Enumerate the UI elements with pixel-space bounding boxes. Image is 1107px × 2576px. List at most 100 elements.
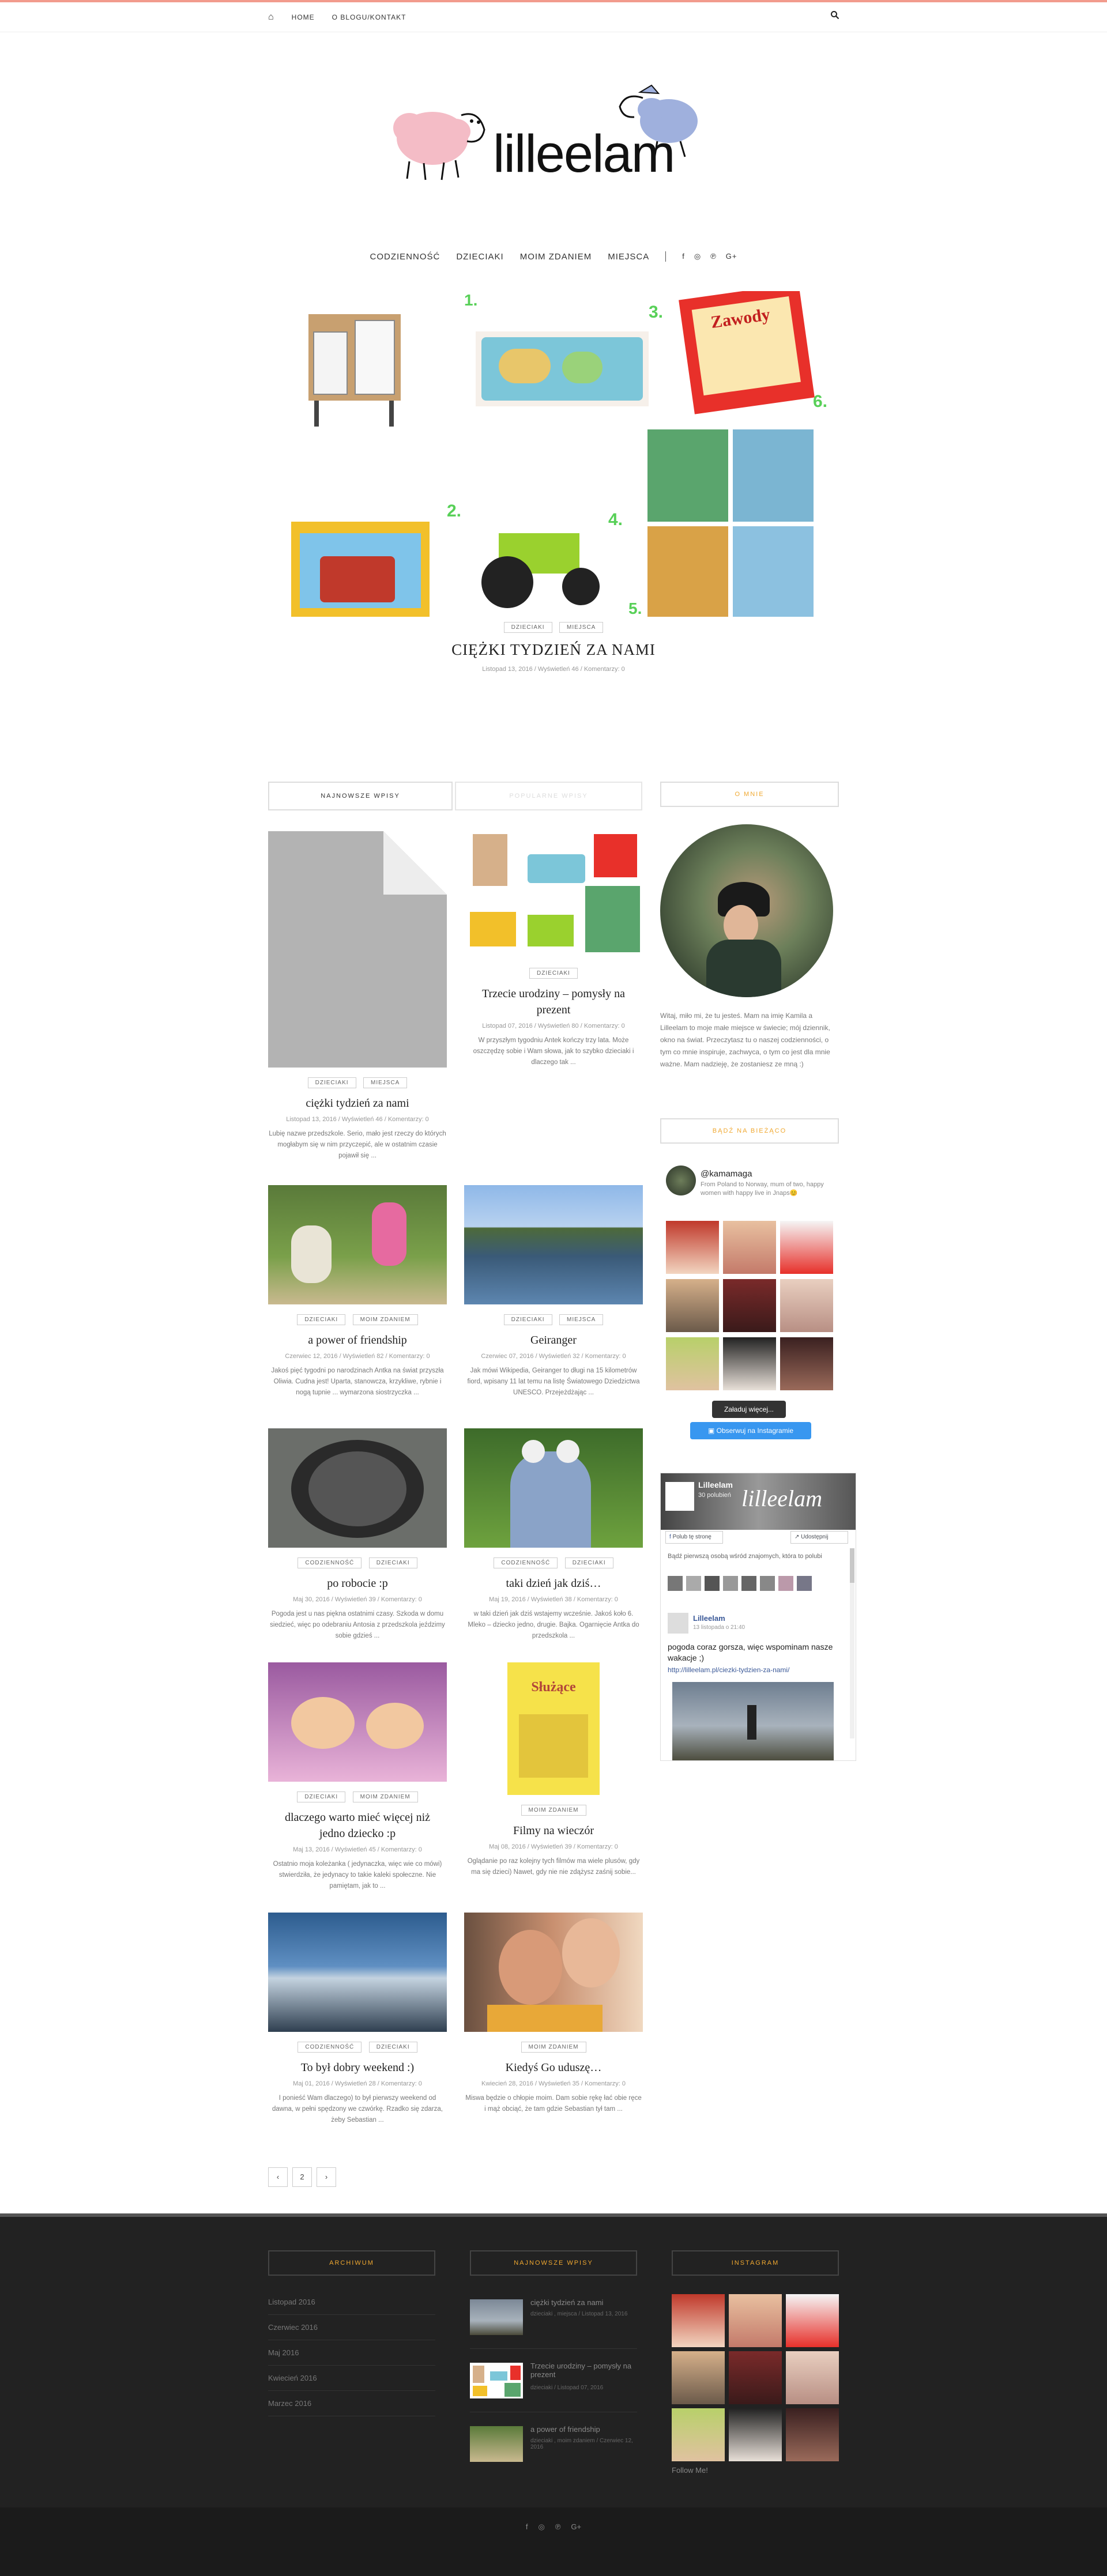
archive-link[interactable]: Listopad 2016 (268, 2290, 435, 2315)
tab-popular[interactable]: POPULARNE WPISY (455, 782, 642, 810)
instagram-photo[interactable] (780, 1221, 833, 1274)
top-nav-about[interactable]: O BLOGU/KONTAKT (332, 13, 406, 21)
facebook-post-image[interactable] (672, 1682, 834, 1760)
friend-avatar[interactable] (760, 1576, 775, 1591)
instagram-photo[interactable] (723, 1221, 776, 1274)
post-tag[interactable]: DZIECIAKI (368, 1557, 417, 1568)
instagram-photo[interactable] (723, 1279, 776, 1332)
post-image[interactable] (464, 1428, 643, 1548)
post-image[interactable] (268, 1913, 447, 2032)
instagram-photo[interactable] (729, 2408, 782, 2461)
post-tag[interactable]: DZIECIAKI (307, 1077, 356, 1088)
home-icon[interactable]: ⌂ (268, 12, 274, 22)
post-title[interactable]: Kiedyś Go uduszę… (470, 2060, 637, 2076)
instagram-avatar[interactable] (666, 1166, 696, 1195)
friend-avatar[interactable] (797, 1576, 812, 1591)
top-nav-home[interactable]: HOME (292, 13, 315, 21)
post-tag[interactable]: CODZIENNOŚĆ (298, 2042, 362, 2053)
post-image[interactable] (464, 1185, 643, 1304)
hero-image[interactable]: Zawody 1. 3. 6. 2. 4. 5. (268, 291, 839, 621)
post-tag[interactable]: MOIM ZDANIEM (521, 1805, 586, 1816)
post-image[interactable] (268, 1662, 447, 1782)
facebook-share-button[interactable]: ↗ Udostępnij (790, 1531, 848, 1544)
footer-google-plus-icon[interactable]: G+ (571, 2522, 581, 2532)
recent-item[interactable]: a power of friendship dzieciaki , moim z… (470, 2420, 637, 2476)
instagram-photo[interactable] (666, 1337, 719, 1390)
post-tag[interactable]: MOIM ZDANIEM (352, 1791, 418, 1802)
nav-moim-zdaniem[interactable]: MOIM ZDANIEM (520, 252, 592, 262)
featured-tag-dzieciaki[interactable]: DZIECIAKI (503, 622, 552, 633)
instagram-username[interactable]: @kamamaga (701, 1169, 752, 1179)
friend-avatar[interactable] (705, 1576, 720, 1591)
instagram-photo[interactable] (666, 1279, 719, 1332)
instagram-load-more-button[interactable]: Załaduj więcej... (712, 1401, 786, 1418)
post-tag[interactable]: MIEJSCA (559, 1314, 604, 1325)
instagram-photo[interactable] (672, 2351, 725, 2404)
featured-tag-miejsca[interactable]: MIEJSCA (559, 622, 604, 633)
post-tag[interactable]: MIEJSCA (363, 1077, 408, 1088)
nav-miejsca[interactable]: MIEJSCA (608, 252, 649, 262)
friend-avatar[interactable] (686, 1576, 701, 1591)
facebook-page-name[interactable]: Lilleelam (698, 1480, 733, 1489)
archive-link[interactable]: Czerwiec 2016 (268, 2315, 435, 2340)
footer-follow-link[interactable]: Follow Me! (672, 2466, 708, 2475)
post-title[interactable]: taki dzień jak dziś… (470, 1575, 637, 1591)
post-title[interactable]: Trzecie urodziny – pomysły na prezent (470, 986, 637, 1018)
recent-title[interactable]: Trzecie urodziny – pomysły na prezent (530, 2362, 637, 2379)
page-prev-button[interactable]: ‹ (268, 2167, 288, 2187)
instagram-photo[interactable] (780, 1337, 833, 1390)
instagram-follow-button[interactable]: ▣ Obserwuj na Instagramie (690, 1422, 811, 1439)
facebook-scrollbar[interactable] (850, 1548, 854, 1738)
recent-title[interactable]: a power of friendship (530, 2425, 637, 2434)
post-tag[interactable]: DZIECIAKI (297, 1791, 346, 1802)
friend-avatar[interactable] (778, 1576, 793, 1591)
post-image[interactable] (464, 831, 643, 958)
post-tag[interactable]: DZIECIAKI (529, 968, 578, 979)
footer-facebook-icon[interactable]: f (526, 2522, 528, 2532)
tab-newest[interactable]: NAJNOWSZE WPISY (268, 782, 453, 810)
post-title[interactable]: a power of friendship (274, 1332, 441, 1348)
post-image[interactable] (268, 831, 447, 1068)
facebook-post-link[interactable]: http://lilleelam.pl/ciezki-tydzien-za-na… (668, 1666, 846, 1674)
post-tag[interactable]: DZIECIAKI (503, 1314, 552, 1325)
instagram-photo[interactable] (786, 2408, 839, 2461)
instagram-photo[interactable] (786, 2294, 839, 2347)
post-title[interactable]: ciężki tydzień za nami (274, 1095, 441, 1111)
post-image[interactable] (268, 1428, 447, 1548)
facebook-post-name[interactable]: Lilleelam (693, 1614, 725, 1623)
facebook-post-avatar[interactable] (668, 1613, 688, 1634)
instagram-photo[interactable] (666, 1221, 719, 1274)
google-plus-icon[interactable]: G+ (726, 252, 737, 261)
footer-instagram-icon[interactable]: ◎ (538, 2522, 544, 2532)
instagram-photo[interactable] (729, 2294, 782, 2347)
instagram-photo[interactable] (672, 2294, 725, 2347)
post-tag[interactable]: MOIM ZDANIEM (352, 1314, 418, 1325)
post-image[interactable]: Służące (464, 1662, 643, 1795)
post-tag[interactable]: MOIM ZDANIEM (521, 2042, 586, 2053)
post-tag[interactable]: DZIECIAKI (564, 1557, 613, 1568)
instagram-icon[interactable]: ◎ (694, 252, 701, 261)
facebook-icon[interactable]: f (682, 252, 685, 261)
archive-link[interactable]: Maj 2016 (268, 2340, 435, 2366)
instagram-photo[interactable] (672, 2408, 725, 2461)
facebook-avatar[interactable] (665, 1482, 694, 1511)
logo-text[interactable]: lilleelam (493, 124, 675, 184)
page-2-button[interactable]: 2 (292, 2167, 312, 2187)
post-tag[interactable]: DZIECIAKI (368, 2042, 417, 2053)
post-title[interactable]: dlaczego warto mieć więcej niż jedno dzi… (274, 1809, 441, 1842)
recent-title[interactable]: ciężki tydzień za nami (530, 2298, 637, 2307)
footer-pinterest-icon[interactable]: ℗ (555, 2522, 561, 2532)
post-tag[interactable]: CODZIENNOŚĆ (298, 1557, 362, 1568)
post-title[interactable]: To był dobry weekend :) (274, 2060, 441, 2076)
friend-avatar[interactable] (723, 1576, 738, 1591)
nav-dzieciaki[interactable]: DZIECIAKI (456, 252, 503, 262)
instagram-photo[interactable] (723, 1337, 776, 1390)
post-title[interactable]: Geiranger (470, 1332, 637, 1348)
about-avatar[interactable] (660, 824, 833, 997)
recent-item[interactable]: ciężki tydzień za nami dzieciaki , miejs… (470, 2294, 637, 2349)
friend-avatar[interactable] (668, 1576, 683, 1591)
post-tag[interactable]: DZIECIAKI (297, 1314, 346, 1325)
post-title[interactable]: po robocie :p (274, 1575, 441, 1591)
archive-link[interactable]: Kwiecień 2016 (268, 2366, 435, 2391)
post-image[interactable] (464, 1913, 643, 2032)
